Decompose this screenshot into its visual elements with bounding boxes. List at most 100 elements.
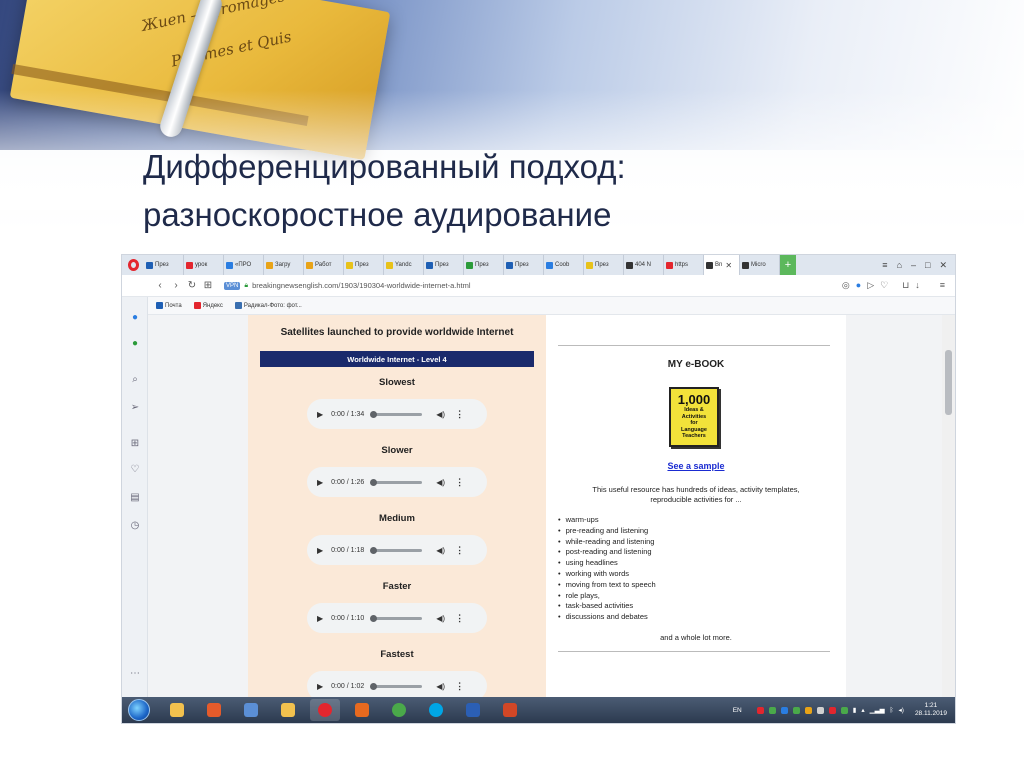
tray-app-icon[interactable] [768, 706, 776, 714]
app-orange-taskbar-icon[interactable] [347, 699, 377, 721]
send-icon[interactable]: ➢ [129, 401, 141, 413]
play-icon[interactable]: ▶ [317, 682, 323, 691]
bookmark-item[interactable]: Яндекс [193, 302, 223, 309]
whatsapp-icon[interactable]: ● [129, 337, 141, 349]
audio-player[interactable]: ▶ 0:00 / 1:02 ◀) ⋮ [307, 671, 487, 697]
volume-icon[interactable]: ◀) [436, 614, 445, 623]
browser-tab[interactable]: Micro [740, 255, 780, 275]
powerpoint-taskbar-icon[interactable] [495, 699, 525, 721]
play-icon[interactable]: ▶ [317, 614, 323, 623]
more-options-icon[interactable]: ⋮ [455, 545, 464, 556]
maximize-icon[interactable]: □ [925, 260, 930, 271]
audio-progress-slider[interactable] [370, 614, 423, 622]
cart-icon[interactable]: ⊔ [902, 280, 909, 291]
volume-icon[interactable]: ◀) [436, 682, 445, 691]
browser-tab[interactable]: През [464, 255, 504, 275]
download-icon[interactable]: ↓ [915, 280, 920, 291]
audio-progress-slider[interactable] [370, 478, 423, 486]
play-icon[interactable]: ▷ [867, 280, 874, 291]
browser-tab[interactable]: https [664, 255, 704, 275]
close-window-icon[interactable]: ✕ [939, 260, 947, 271]
settings-icon[interactable]: ≡ [940, 280, 945, 291]
audio-progress-slider[interactable] [370, 410, 423, 418]
tray-app-icon[interactable] [780, 706, 788, 714]
opera-taskbar-icon[interactable] [310, 699, 340, 721]
slider-knob[interactable] [370, 478, 378, 486]
bookmark-item[interactable]: Почта [156, 302, 182, 309]
tray-app-icon[interactable] [828, 706, 836, 714]
volume-icon[interactable]: ◀) [436, 410, 445, 419]
volume-icon[interactable]: ◂) [899, 706, 904, 714]
tray-app-icon[interactable] [816, 706, 824, 714]
more-options-icon[interactable]: ⋮ [455, 681, 464, 692]
browser-tab[interactable]: урок [184, 255, 224, 275]
browser-tab[interactable]: През [344, 255, 384, 275]
new-tab-button[interactable]: + [780, 255, 796, 275]
slider-knob[interactable] [370, 546, 378, 554]
audio-player[interactable]: ▶ 0:00 / 1:10 ◀) ⋮ [307, 603, 487, 633]
vertical-scrollbar[interactable] [942, 315, 955, 697]
url-field[interactable]: breakingnewsenglish.com/1903/190304-worl… [252, 281, 470, 290]
reload-icon[interactable]: ↻ [184, 280, 200, 291]
history-icon[interactable]: ◷ [129, 519, 141, 531]
more-options-icon[interactable]: ⋮ [455, 409, 464, 420]
audio-progress-slider[interactable] [370, 682, 423, 690]
vpn-badge[interactable]: VPN [224, 281, 241, 290]
folder-taskbar-icon[interactable] [273, 699, 303, 721]
minimize-icon[interactable]: – [911, 260, 916, 271]
browser-tab[interactable]: През [584, 255, 624, 275]
bluetooth-icon[interactable]: ᛒ [890, 707, 894, 714]
slider-knob[interactable] [370, 410, 378, 418]
slider-knob[interactable] [370, 614, 378, 622]
more-options-icon[interactable]: ⋮ [455, 613, 464, 624]
browser-tab[interactable]: През [504, 255, 544, 275]
language-indicator[interactable]: EN [733, 707, 742, 714]
bookmark-item[interactable]: Радикал-Фото: фот... [234, 302, 302, 309]
browser-tab[interactable]: Yandc [384, 255, 424, 275]
close-tab-icon[interactable]: ✕ [725, 261, 732, 270]
audio-progress-slider[interactable] [370, 546, 423, 554]
see-sample-link[interactable]: See a sample [546, 461, 846, 471]
forward-icon[interactable]: › [168, 280, 184, 291]
audio-player[interactable]: ▶ 0:00 / 1:18 ◀) ⋮ [307, 535, 487, 565]
browser-tab[interactable]: «ПРО [224, 255, 264, 275]
ebook-cover[interactable]: 1,000 Ideas & Activities for Language Te… [669, 387, 719, 447]
opera-menu-icon[interactable] [122, 255, 144, 275]
more-icon[interactable]: ⋯ [129, 667, 141, 679]
tray-app-icon[interactable] [804, 706, 812, 714]
messenger-icon[interactable]: ● [129, 311, 141, 323]
browser-tab[interactable]: През [144, 255, 184, 275]
browser-tab[interactable]: Загру [264, 255, 304, 275]
play-icon[interactable]: ▶ [317, 546, 323, 555]
pin-icon[interactable]: ⌂ [897, 260, 902, 271]
network-icon[interactable]: ▮ [853, 706, 857, 714]
search-icon[interactable]: ⌕ [129, 373, 141, 385]
volume-icon[interactable]: ◀) [436, 546, 445, 555]
camera-icon[interactable]: ◎ [842, 280, 850, 291]
browser-tab[interactable]: 404 N [624, 255, 664, 275]
scrollbar-thumb[interactable] [945, 350, 952, 415]
browser-tab[interactable]: Coob [544, 255, 584, 275]
play-icon[interactable]: ▶ [317, 478, 323, 487]
browser-tab[interactable]: Работ [304, 255, 344, 275]
tray-app-icon[interactable] [756, 706, 764, 714]
back-icon[interactable]: ‹ [152, 280, 168, 291]
browser-tab[interactable]: През [424, 255, 464, 275]
chrome-taskbar-icon[interactable] [384, 699, 414, 721]
tray-app-icon[interactable] [840, 706, 848, 714]
skype-taskbar-icon[interactable] [421, 699, 451, 721]
browser-tab[interactable]: Bn ✕ [704, 255, 740, 275]
more-options-icon[interactable]: ⋮ [455, 477, 464, 488]
heart-icon[interactable]: ♡ [129, 463, 141, 475]
audio-player[interactable]: ▶ 0:00 / 1:26 ◀) ⋮ [307, 467, 487, 497]
chevron-up-icon[interactable]: ▴ [861, 706, 864, 714]
start-button[interactable] [128, 699, 150, 721]
shield-icon[interactable]: ● [856, 280, 861, 291]
explorer-taskbar-icon[interactable] [162, 699, 192, 721]
tab-menu-icon[interactable]: ≡ [882, 260, 887, 271]
grid-icon[interactable]: ⊞ [200, 280, 216, 291]
slider-knob[interactable] [370, 682, 378, 690]
media-taskbar-icon[interactable] [199, 699, 229, 721]
news-icon[interactable]: ▤ [129, 491, 141, 503]
clock[interactable]: 1:21 28.11.2019 [915, 702, 947, 718]
